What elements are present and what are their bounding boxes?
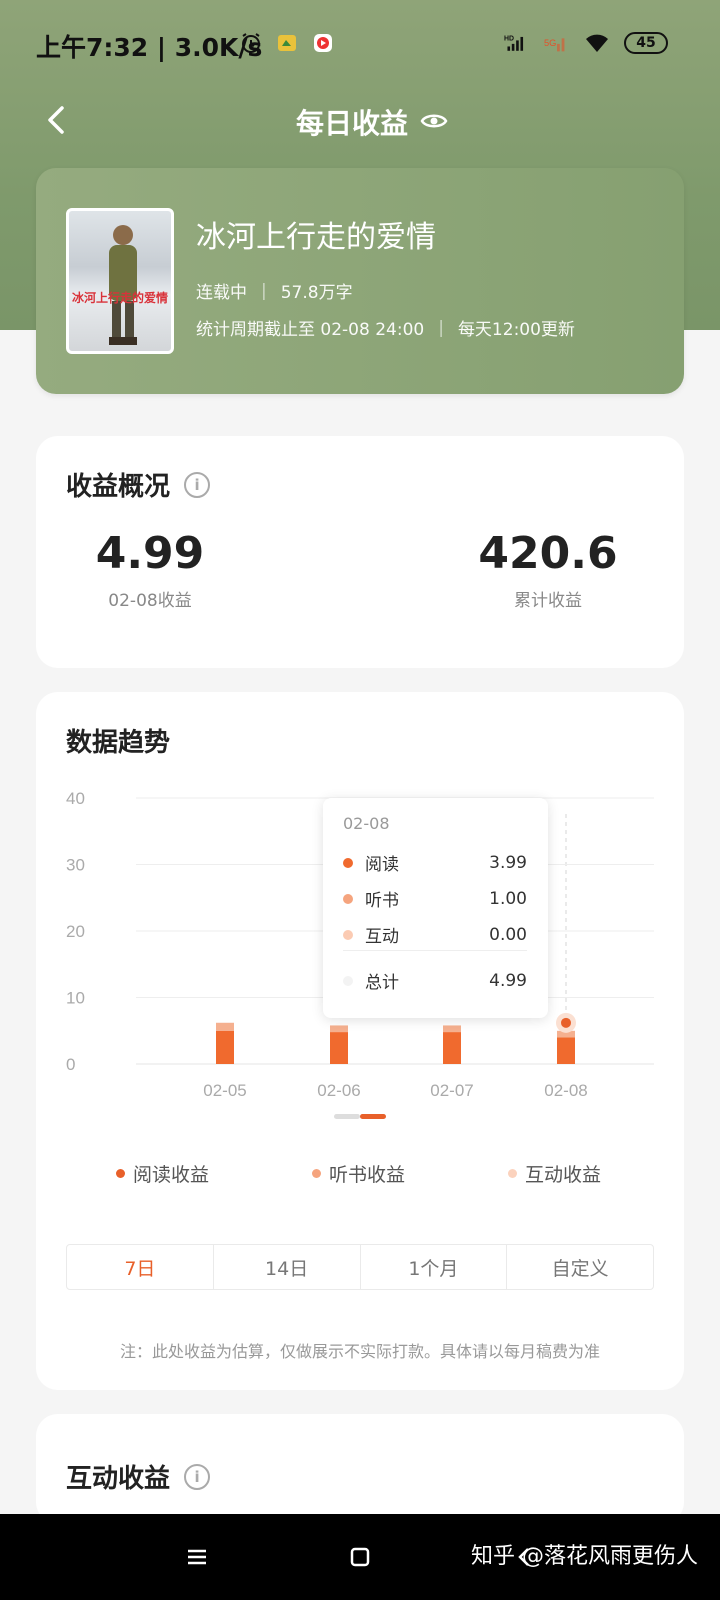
y-tick-label: 20 [66, 922, 85, 941]
x-tick-label: 02-05 [203, 1081, 246, 1100]
reading-dot [343, 857, 353, 868]
legend-interactive-dot [508, 1169, 517, 1178]
tab-1m[interactable]: 1个月 [361, 1245, 508, 1289]
system-nav-bar: 知乎 @落花风雨更伤人 [0, 1514, 720, 1600]
tooltip-row-audio: 听书 1.00 [343, 886, 527, 911]
scroll-thumb [360, 1114, 386, 1119]
watermark: 知乎 @落花风雨更伤人 [471, 1544, 698, 1569]
legend-interactive[interactable]: 互动收益 [508, 1160, 601, 1187]
tab-custom[interactable]: 自定义 [507, 1245, 653, 1289]
menu-icon [188, 1549, 206, 1565]
bar-segment [443, 1032, 461, 1064]
legend-reading-dot [116, 1169, 125, 1178]
y-tick-label: 30 [66, 856, 85, 875]
disclaimer-note: 注：此处收益为估算，仅做展示不实际打款。具体请以每月稿费为准 [119, 1342, 600, 1361]
tooltip-divider [343, 950, 527, 951]
home-square-icon [350, 1547, 370, 1567]
tooltip-row-reading: 阅读 3.99 [343, 850, 527, 875]
chart-tooltip: 02-08 阅读 3.99 听书 1.00 互动 0.00 总计 4.99 [323, 798, 548, 1018]
bar-segment [216, 1022, 234, 1031]
tab-14d[interactable]: 14日 [214, 1245, 361, 1289]
bar-segment [443, 1025, 461, 1033]
bar-segment [330, 1025, 348, 1033]
interactive-title: 互动收益 [66, 1464, 171, 1494]
y-tick-label: 10 [66, 989, 85, 1008]
tooltip-date: 02-08 [343, 814, 390, 833]
x-tick-label: 02-07 [430, 1081, 473, 1100]
menu-button[interactable] [182, 1542, 212, 1572]
range-tabs: 7日 14日 1个月 自定义 [66, 1244, 654, 1290]
x-tick-label: 02-08 [544, 1081, 587, 1100]
interactive-dot [343, 929, 353, 940]
x-tick-label: 02-06 [317, 1081, 360, 1100]
tab-7d[interactable]: 7日 [67, 1245, 214, 1289]
tooltip-row-total: 总计 4.99 [343, 968, 527, 993]
legend-audio[interactable]: 听书收益 [312, 1160, 405, 1187]
tooltip-row-interactive: 互动 0.00 [343, 922, 527, 947]
legend-reading[interactable]: 阅读收益 [116, 1160, 209, 1187]
selected-point [561, 1017, 571, 1028]
bar-segment [216, 1030, 234, 1064]
total-dot [343, 975, 353, 986]
audio-dot [343, 893, 353, 904]
home-button[interactable] [345, 1542, 375, 1572]
interactive-card: 互动收益 i [36, 1414, 684, 1524]
info-icon[interactable]: i [184, 1463, 211, 1490]
scroll-track [334, 1114, 360, 1119]
legend-audio-dot [312, 1169, 321, 1178]
bar-segment [557, 1037, 575, 1064]
bar-segment [330, 1032, 348, 1064]
y-tick-label: 0 [66, 1055, 75, 1074]
y-tick-label: 40 [66, 789, 85, 808]
